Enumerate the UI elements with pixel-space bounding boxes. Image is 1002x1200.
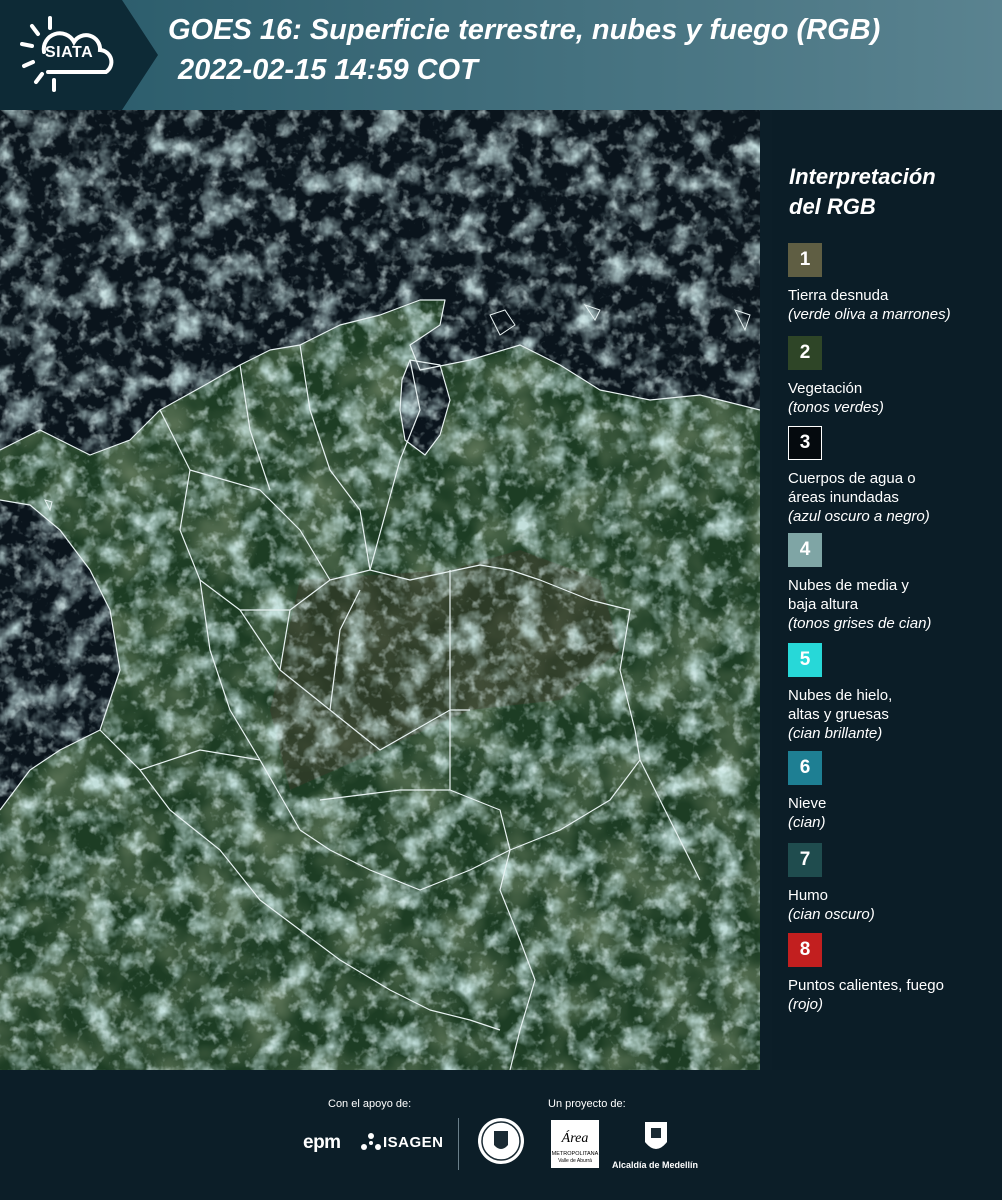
alcaldia-logo: Alcaldía de Medellín <box>612 1160 699 1170</box>
epm-logo: epm <box>303 1132 341 1153</box>
svg-text:Área: Área <box>561 1129 589 1146</box>
legend-note-1: (verde oliva a marrones) <box>788 306 951 323</box>
legend-note-6: (cian) <box>788 814 826 831</box>
amva-logo: Área METROPOLITANA Valle de Aburrá <box>551 1120 599 1168</box>
legend-note-8: (rojo) <box>788 996 824 1013</box>
legend-item-8: 8 Puntos calientes, fuego (rojo) <box>788 933 998 1014</box>
legend-swatch-1: 1 <box>788 243 822 277</box>
legend-note-4: (tonos grises de cian) <box>788 615 932 632</box>
svg-text:Valle de Aburrá: Valle de Aburrá <box>558 1158 592 1164</box>
page-timestamp: 2022-02-15 14:59 COT <box>178 54 478 86</box>
legend-label-1: Tierra desnuda <box>788 287 889 304</box>
support-label: Con el apoyo de: <box>328 1098 412 1110</box>
legend-item-1: 1 Tierra desnuda (verde oliva a marrones… <box>788 243 998 324</box>
legend-swatch-2: 2 <box>788 336 822 370</box>
svg-text:METROPOLITANA: METROPOLITANA <box>552 1151 599 1157</box>
legend-item-2: 2 Vegetación (tonos verdes) <box>788 336 998 417</box>
page-title: GOES 16: Superficie terrestre, nubes y f… <box>168 14 881 46</box>
legend-note-5: (cian brillante) <box>788 725 883 742</box>
legend-label-7: Humo <box>788 887 829 904</box>
isagen-icon <box>361 1133 381 1150</box>
legend-title: Interpretación del RGB <box>789 164 936 219</box>
logo-text: SIATA <box>45 44 94 61</box>
legend-label-2: Vegetación <box>788 380 863 397</box>
legend-swatch-7: 7 <box>788 843 822 877</box>
legend-label-3: Cuerpos de agua o áreas inundadas <box>788 470 916 506</box>
medellin-shield-icon <box>645 1122 667 1149</box>
legend-swatch-5: 5 <box>788 643 822 677</box>
legend-label-5: Nubes de hielo, altas y gruesas <box>788 687 893 723</box>
legend-item-3: 3 Cuerpos de agua o áreas inundadas (azu… <box>788 426 998 526</box>
footer: Con el apoyo de: Un proyecto de: epm ISA… <box>0 1070 1002 1200</box>
legend-item-6: 6 Nieve (cian) <box>788 751 998 832</box>
legend-swatch-8: 8 <box>788 933 822 967</box>
header: SIATA GOES 16: Superficie terrestre, nub… <box>0 0 1002 110</box>
footer-divider <box>458 1118 459 1170</box>
amva-icon: Área METROPOLITANA Valle de Aburrá <box>552 1129 599 1164</box>
legend-swatch-3: 3 <box>788 426 822 460</box>
legend-item-4: 4 Nubes de media y baja altura (tonos gr… <box>788 533 998 633</box>
legend-label-6: Nieve <box>788 795 827 812</box>
legend-label-4: Nubes de media y baja altura <box>788 577 909 613</box>
legend-item-7: 7 Humo (cian oscuro) <box>788 843 998 924</box>
isagen-logo: ISAGEN <box>383 1134 444 1151</box>
antioquia-seal-icon <box>478 1118 524 1164</box>
legend-swatch-4: 4 <box>788 533 822 567</box>
legend-item-5: 5 Nubes de hielo, altas y gruesas (cian … <box>788 643 998 743</box>
legend-swatch-6: 6 <box>788 751 822 785</box>
legend-note-2: (tonos verdes) <box>788 399 884 416</box>
legend-note-7: (cian oscuro) <box>788 906 875 923</box>
legend-panel: Interpretación del RGB 1 Tierra desnuda … <box>772 110 1002 1070</box>
satellite-map[interactable] <box>0 110 760 1070</box>
project-label: Un proyecto de: <box>548 1098 626 1110</box>
legend-note-3: (azul oscuro a negro) <box>788 508 930 525</box>
legend-label-8: Puntos calientes, fuego <box>788 977 944 994</box>
